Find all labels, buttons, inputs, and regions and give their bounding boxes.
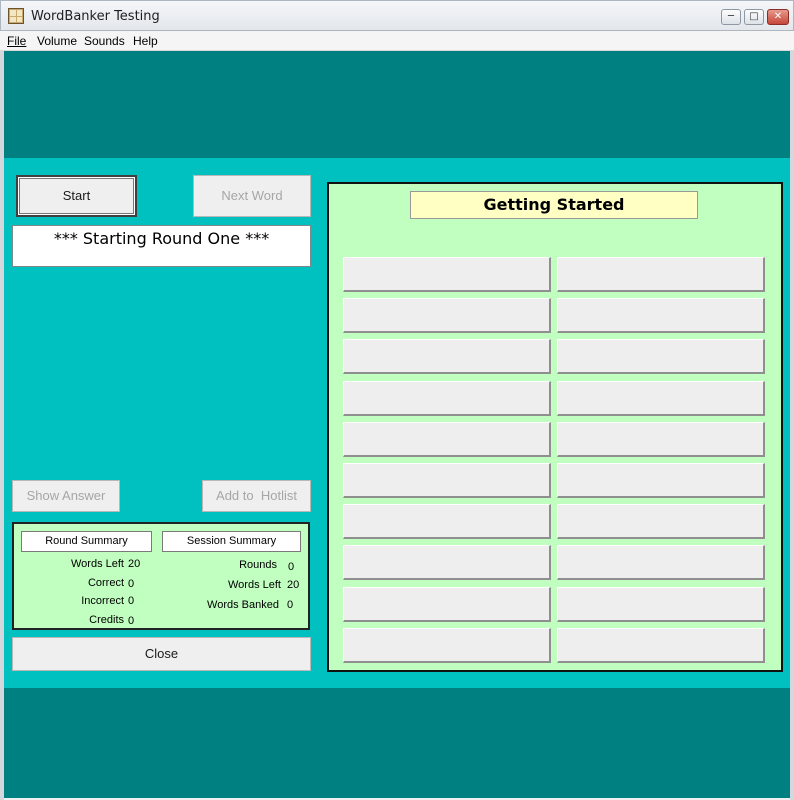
word-slot[interactable] [343, 298, 551, 334]
session-rounds-label: Rounds [239, 559, 277, 571]
session-words-banked-value: 0 [287, 599, 294, 611]
window-frame-right [790, 51, 794, 800]
word-slot[interactable] [557, 380, 765, 416]
session-summary-header: Session Summary [162, 531, 301, 552]
top-band [4, 51, 790, 158]
word-slot[interactable] [343, 627, 551, 663]
word-slot[interactable] [343, 545, 551, 581]
word-slot[interactable] [343, 586, 551, 622]
add-to-hotlist-button[interactable]: Add to Hotlist [202, 480, 311, 512]
bottom-band [4, 688, 790, 798]
summary-panel: Round Summary Session Summary Words Left… [12, 522, 310, 630]
minimize-icon[interactable]: ─ [721, 9, 741, 25]
word-panel-title: Getting Started [410, 191, 698, 219]
session-rounds-value: 0 [288, 561, 295, 573]
start-button[interactable]: Start [16, 175, 137, 217]
menu-sounds[interactable]: Sounds [84, 34, 125, 48]
close-icon[interactable]: ✕ [767, 9, 789, 25]
next-word-button[interactable]: Next Word [193, 175, 311, 217]
word-slot[interactable] [343, 339, 551, 375]
round-credits-label: Credits [89, 614, 124, 626]
word-slot[interactable] [557, 463, 765, 498]
word-slot[interactable] [557, 339, 765, 375]
session-words-banked-label: Words Banked [207, 599, 279, 611]
status-message: *** Starting Round One *** [12, 225, 311, 267]
round-correct-label: Correct [87, 577, 124, 589]
round-words-left-value: 20 [128, 558, 141, 570]
menu-file[interactable]: File [7, 34, 26, 48]
round-summary-header: Round Summary [21, 531, 152, 552]
close-button[interactable]: Close [12, 637, 311, 671]
word-slot[interactable] [343, 421, 551, 457]
menu-help[interactable]: Help [133, 34, 158, 48]
menu-volume[interactable]: Volume [37, 34, 77, 48]
word-slot[interactable] [557, 504, 765, 540]
round-words-left-label: Words Left [71, 558, 124, 570]
session-words-left-label: Words Left [228, 579, 281, 591]
title-bar: WordBanker Testing ─ □ ✕ [0, 0, 794, 31]
menu-bar: File Volume Sounds Help [0, 31, 794, 51]
round-credits-value: 0 [128, 615, 135, 627]
word-slot[interactable] [557, 627, 765, 663]
word-slot[interactable] [557, 545, 765, 581]
round-incorrect-value: 0 [128, 595, 135, 607]
word-slot[interactable] [557, 586, 765, 622]
window-title: WordBanker Testing [31, 9, 160, 24]
word-slot[interactable] [343, 463, 551, 498]
word-slot[interactable] [557, 421, 765, 457]
word-slot[interactable] [343, 504, 551, 540]
word-slot[interactable] [343, 257, 551, 292]
show-answer-button[interactable]: Show Answer [12, 480, 120, 512]
app-icon[interactable] [8, 8, 24, 24]
word-slot[interactable] [343, 380, 551, 416]
round-correct-value: 0 [128, 578, 135, 590]
word-slot[interactable] [557, 298, 765, 334]
word-slot[interactable] [557, 257, 765, 292]
session-words-left-value: 20 [287, 579, 300, 591]
maximize-icon[interactable]: □ [744, 9, 764, 25]
round-incorrect-label: Incorrect [81, 595, 124, 607]
